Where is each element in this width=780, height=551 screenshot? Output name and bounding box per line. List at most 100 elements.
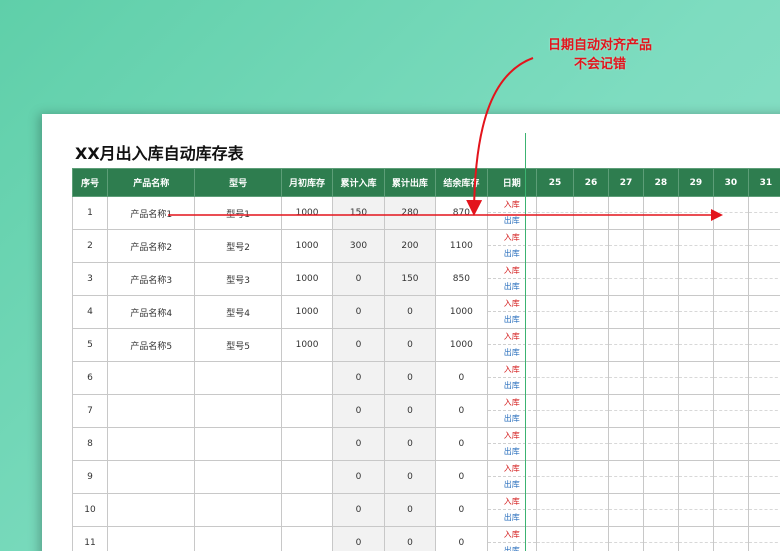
day-entry-cell[interactable] (607, 493, 644, 527)
day-entry-cell[interactable] (607, 460, 644, 494)
product-name-cell[interactable] (106, 460, 196, 494)
row-number-cell[interactable]: 10 (72, 493, 108, 527)
day-entry-cell[interactable] (573, 361, 609, 395)
day-entry-cell[interactable] (607, 229, 644, 263)
model-cell[interactable] (194, 427, 282, 461)
day-entry-cell[interactable] (677, 526, 714, 551)
total-in-cell[interactable]: 0 (332, 328, 385, 362)
day-entry-cell[interactable] (712, 196, 749, 230)
day-entry-cell[interactable] (747, 427, 780, 461)
opening-stock-cell[interactable]: 1000 (280, 295, 334, 329)
day-entry-cell[interactable] (677, 460, 714, 494)
day-entry-cell[interactable] (607, 196, 644, 230)
day-entry-cell[interactable] (573, 196, 609, 230)
day-entry-cell[interactable] (677, 493, 714, 527)
total-in-cell[interactable]: 0 (332, 460, 385, 494)
day-entry-cell[interactable] (573, 427, 609, 461)
opening-stock-cell[interactable] (280, 493, 334, 527)
balance-cell[interactable]: 0 (435, 427, 488, 461)
day-entry-cell[interactable] (573, 394, 609, 428)
day-entry-cell[interactable] (712, 229, 749, 263)
day-entry-cell[interactable] (607, 262, 644, 296)
day-entry-cell[interactable] (535, 328, 575, 362)
row-number-cell[interactable]: 4 (72, 295, 108, 329)
day-entry-cell[interactable] (747, 229, 780, 263)
day-entry-cell[interactable] (535, 295, 575, 329)
total-out-cell[interactable]: 150 (383, 262, 437, 296)
total-out-cell[interactable]: 0 (383, 361, 437, 395)
total-in-cell[interactable]: 0 (332, 394, 385, 428)
day-entry-cell[interactable] (712, 361, 749, 395)
total-out-cell[interactable]: 0 (383, 460, 437, 494)
day-entry-cell[interactable] (535, 262, 575, 296)
product-name-cell[interactable]: 产品名称2 (106, 229, 196, 263)
day-entry-cell[interactable] (607, 361, 644, 395)
day-entry-cell[interactable] (747, 460, 780, 494)
total-out-cell[interactable]: 0 (383, 427, 437, 461)
opening-stock-cell[interactable]: 1000 (280, 262, 334, 296)
day-entry-cell[interactable] (642, 427, 679, 461)
row-number-cell[interactable]: 8 (72, 427, 108, 461)
day-entry-cell[interactable] (747, 196, 780, 230)
day-entry-cell[interactable] (642, 460, 679, 494)
model-cell[interactable]: 型号5 (194, 328, 282, 362)
day-entry-cell[interactable] (573, 229, 609, 263)
row-number-cell[interactable]: 3 (72, 262, 108, 296)
day-entry-cell[interactable] (677, 361, 714, 395)
balance-cell[interactable]: 0 (435, 460, 488, 494)
day-entry-cell[interactable] (607, 526, 644, 551)
day-entry-cell[interactable] (677, 328, 714, 362)
balance-cell[interactable]: 1100 (435, 229, 488, 263)
day-entry-cell[interactable] (642, 229, 679, 263)
day-entry-cell[interactable] (712, 262, 749, 296)
day-entry-cell[interactable] (535, 427, 575, 461)
model-cell[interactable] (194, 394, 282, 428)
product-name-cell[interactable]: 产品名称1 (106, 196, 196, 230)
day-entry-cell[interactable] (747, 361, 780, 395)
day-entry-cell[interactable] (747, 328, 780, 362)
day-entry-cell[interactable] (535, 526, 575, 551)
day-entry-cell[interactable] (535, 460, 575, 494)
day-entry-cell[interactable] (642, 493, 679, 527)
day-entry-cell[interactable] (712, 460, 749, 494)
product-name-cell[interactable] (106, 493, 196, 527)
row-number-cell[interactable]: 6 (72, 361, 108, 395)
total-out-cell[interactable]: 200 (383, 229, 437, 263)
total-in-cell[interactable]: 0 (332, 295, 385, 329)
day-entry-cell[interactable] (747, 493, 780, 527)
row-number-cell[interactable]: 2 (72, 229, 108, 263)
day-entry-cell[interactable] (712, 295, 749, 329)
total-out-cell[interactable]: 0 (383, 295, 437, 329)
day-entry-cell[interactable] (712, 526, 749, 551)
opening-stock-cell[interactable] (280, 460, 334, 494)
product-name-cell[interactable] (106, 427, 196, 461)
total-in-cell[interactable]: 0 (332, 526, 385, 551)
balance-cell[interactable]: 850 (435, 262, 488, 296)
model-cell[interactable] (194, 493, 282, 527)
model-cell[interactable]: 型号2 (194, 229, 282, 263)
day-entry-cell[interactable] (677, 229, 714, 263)
row-number-cell[interactable]: 11 (72, 526, 108, 551)
day-entry-cell[interactable] (642, 526, 679, 551)
model-cell[interactable]: 型号3 (194, 262, 282, 296)
row-number-cell[interactable]: 5 (72, 328, 108, 362)
product-name-cell[interactable] (106, 394, 196, 428)
day-entry-cell[interactable] (747, 394, 780, 428)
day-entry-cell[interactable] (607, 427, 644, 461)
opening-stock-cell[interactable] (280, 526, 334, 551)
row-number-cell[interactable]: 1 (72, 196, 108, 230)
day-entry-cell[interactable] (747, 295, 780, 329)
day-entry-cell[interactable] (712, 493, 749, 527)
day-entry-cell[interactable] (642, 196, 679, 230)
day-entry-cell[interactable] (535, 196, 575, 230)
day-entry-cell[interactable] (642, 328, 679, 362)
balance-cell[interactable]: 1000 (435, 328, 488, 362)
total-out-cell[interactable]: 280 (383, 196, 437, 230)
total-out-cell[interactable]: 0 (383, 526, 437, 551)
total-in-cell[interactable]: 0 (332, 262, 385, 296)
day-entry-cell[interactable] (573, 460, 609, 494)
day-entry-cell[interactable] (535, 394, 575, 428)
total-out-cell[interactable]: 0 (383, 493, 437, 527)
total-out-cell[interactable]: 0 (383, 328, 437, 362)
product-name-cell[interactable]: 产品名称5 (106, 328, 196, 362)
